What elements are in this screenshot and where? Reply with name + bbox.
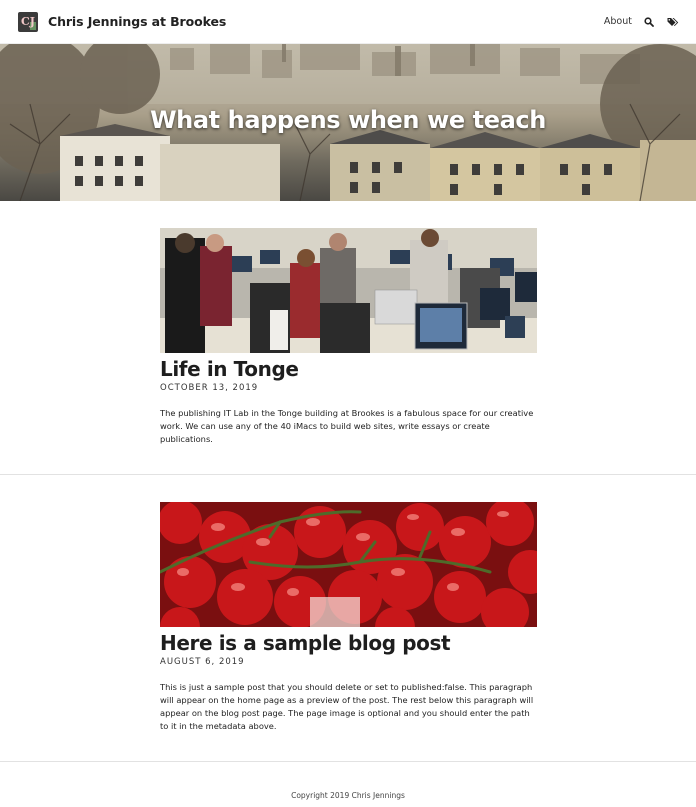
post-image[interactable] [160, 502, 537, 627]
post-card: Here is a sample blog post AUGUST 6, 201… [160, 502, 537, 733]
search-icon[interactable] [642, 15, 656, 29]
tags-icon[interactable] [666, 15, 680, 29]
site-logo[interactable]: CJ [18, 11, 38, 32]
site-header: CJ Chris Jennings at Brookes About [0, 0, 696, 44]
site-title[interactable]: Chris Jennings at Brookes [48, 14, 226, 29]
tomatoes-image [160, 502, 537, 627]
post-image[interactable] [160, 228, 537, 353]
post-divider [0, 474, 696, 475]
hero-title: What happens when we teach [150, 106, 546, 134]
post-title[interactable]: Life in Tonge [160, 356, 537, 382]
post-title[interactable]: Here is a sample blog post [160, 630, 537, 656]
hero-banner: What happens when we teach [0, 44, 696, 201]
nav-about-link[interactable]: About [604, 16, 632, 27]
logo-text: CJ [21, 15, 35, 28]
post-divider [0, 761, 696, 762]
computer-lab-image [160, 228, 537, 353]
main-nav: About [604, 15, 680, 29]
footer-copyright: Copyright 2019 Chris Jennings [291, 791, 405, 800]
post-excerpt: This is just a sample post that you shou… [160, 682, 534, 731]
post-date: OCTOBER 13, 2019 [160, 383, 259, 393]
post-excerpt: The publishing IT Lab in the Tonge build… [160, 408, 534, 444]
post-date: AUGUST 6, 2019 [160, 657, 245, 667]
post-card: Life in Tonge OCTOBER 13, 2019 The publi… [160, 228, 537, 446]
